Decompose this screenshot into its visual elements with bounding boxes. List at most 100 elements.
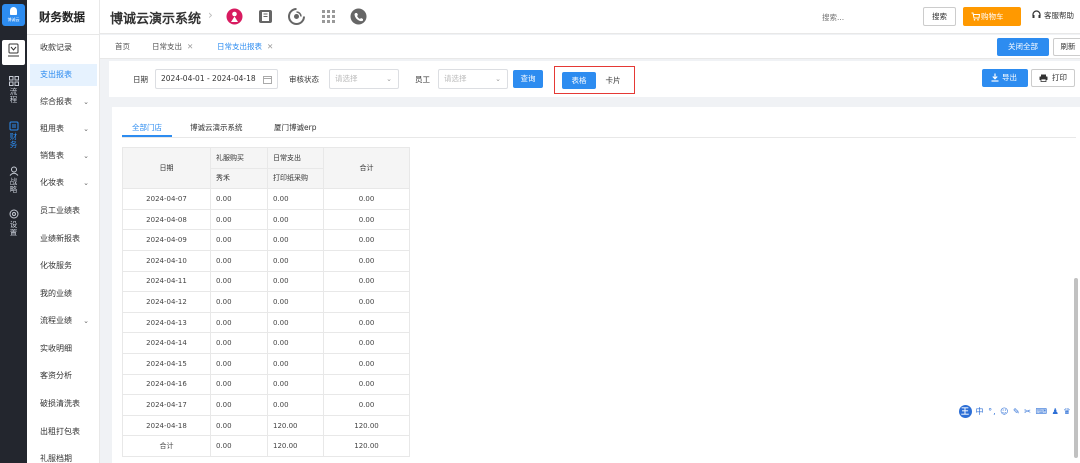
report-panel: 全部门店 博诚云演示系统 厦门博诚erp 日期 礼服购买 日常支出 合计 秀禾 … <box>112 107 1080 463</box>
cell-value: 0.00 <box>210 291 268 313</box>
print-button[interactable]: 打印 <box>1031 69 1075 87</box>
menu-item-new-performance[interactable]: 业绩新报表 <box>30 228 97 250</box>
cell-value: 0.00 <box>267 373 324 396</box>
table-row: 2024-04-13 0.00 0.00 0.00 <box>122 311 410 334</box>
menu-item-gown-schedule[interactable]: 礼服档期 <box>30 448 97 463</box>
menu-item-payments[interactable]: 收款记录 <box>30 37 97 59</box>
menu-item-my-performance[interactable]: 我的业绩 <box>30 283 97 305</box>
cell-total: 120.00 <box>323 435 410 457</box>
header-printer-paper: 打印纸采购 <box>267 167 324 190</box>
filter-bar: 日期 2024-04-01 - 2024-04-18 审核状态 请选择 ⌄ 员工… <box>109 61 1080 97</box>
export-button[interactable]: 导出 <box>982 69 1028 87</box>
rail-item-settings[interactable]: 设置 <box>0 209 27 237</box>
staff-select[interactable]: 请选择 ⌄ <box>438 69 508 89</box>
menu-item-makeup-report[interactable]: 化妆表 ⌄ <box>30 172 97 194</box>
tab-label: 日常支出报表 <box>217 42 262 51</box>
menu-item-process-performance[interactable]: 流程业绩 ⌄ <box>30 310 97 332</box>
cell-total: 0.00 <box>323 188 410 210</box>
date-label: 日期 <box>133 75 148 84</box>
cell-value: 0.00 <box>267 352 324 375</box>
menu-item-customer-analysis[interactable]: 客资分析 <box>30 365 97 387</box>
chevron-down-icon: ⌄ <box>386 75 392 83</box>
document-icon[interactable] <box>257 8 274 25</box>
tab-daily-expense-report[interactable]: 日常支出报表 ✕ <box>217 39 273 55</box>
header-group-daily-expense: 日常支出 <box>267 147 324 169</box>
cart-icon <box>971 12 980 21</box>
cell-total: 0.00 <box>323 270 410 293</box>
tab-daily-expense[interactable]: 日常支出 ✕ <box>152 39 193 55</box>
app-title: 博诚云演示系统 <box>110 12 202 27</box>
tab-all-stores[interactable]: 全部门店 <box>132 122 162 133</box>
cell-total: 120.00 <box>323 414 410 437</box>
cell-summary-label: 合计 <box>122 435 211 457</box>
menu-item-label: 租用表 <box>40 124 64 133</box>
app-logo[interactable]: 博诚云 <box>2 4 25 26</box>
card-view-button[interactable]: 卡片 <box>596 72 630 89</box>
top-header: 博诚云演示系统 › 搜索 购物车 客服帮助 <box>100 0 1080 34</box>
menu-item-receipts-detail[interactable]: 实收明细 <box>30 338 97 360</box>
menu-item-label: 破损清洗表 <box>40 399 80 408</box>
table-view-button[interactable]: 表格 <box>562 72 596 89</box>
apps-grid-icon[interactable] <box>320 8 337 25</box>
menu-item-sales-report[interactable]: 销售表 ⌄ <box>30 145 97 167</box>
menu-item-expense-report[interactable]: 支出报表 <box>30 64 97 86</box>
cell-value: 0.00 <box>267 188 324 210</box>
close-icon[interactable]: ✕ <box>267 42 273 51</box>
cell-date: 2024-04-16 <box>122 373 211 396</box>
cart-button[interactable]: 购物车 <box>963 7 1021 26</box>
active-tab-indicator <box>122 135 172 137</box>
strategy-icon <box>9 166 18 176</box>
avatar-icon[interactable] <box>226 8 243 25</box>
close-all-button[interactable]: 关闭全部 <box>997 38 1049 56</box>
menu-item-rental-packing[interactable]: 出租打包表 <box>30 421 97 443</box>
audit-status-select[interactable]: 请选择 ⌄ <box>329 69 399 89</box>
search-input[interactable] <box>822 8 915 26</box>
menu-item-label: 综合报表 <box>40 97 72 106</box>
divider <box>27 34 100 35</box>
menu-item-label: 业绩新报表 <box>40 234 80 243</box>
download-icon <box>991 73 999 82</box>
menu-item-staff-performance[interactable]: 员工业绩表 <box>30 200 97 222</box>
menu-item-summary-report[interactable]: 综合报表 ⌄ <box>30 91 97 113</box>
menu-item-label: 出租打包表 <box>40 427 80 436</box>
phone-icon[interactable] <box>350 8 367 25</box>
tab-store-demo[interactable]: 博诚云演示系统 <box>190 122 243 133</box>
ime-toolbar[interactable]: 王 中 °, ☺ ✎ ✂ ⌨ ♟ ♛ <box>959 405 1072 419</box>
rail-item-process[interactable]: 流程 <box>0 76 27 104</box>
table-row: 2024-04-16 0.00 0.00 0.00 <box>122 373 410 396</box>
rail-item-label: 财务 <box>9 132 18 149</box>
rail-item-finance[interactable]: 财务 <box>0 121 27 149</box>
table-row: 2024-04-15 0.00 0.00 0.00 <box>122 352 410 375</box>
swirl-icon[interactable] <box>288 8 305 25</box>
query-button[interactable]: 查询 <box>513 70 543 88</box>
cell-value: 0.00 <box>210 229 268 251</box>
refresh-button[interactable]: 刷新 <box>1053 38 1080 56</box>
header-xiuhe: 秀禾 <box>210 167 268 190</box>
date-range-field[interactable]: 2024-04-01 - 2024-04-18 <box>155 69 278 89</box>
cell-value: 0.00 <box>267 332 324 354</box>
search-button[interactable]: 搜索 <box>923 7 956 26</box>
cell-date: 2024-04-09 <box>122 229 211 251</box>
headset-icon <box>1032 10 1041 18</box>
table-row: 2024-04-14 0.00 0.00 0.00 <box>122 332 410 354</box>
cell-value: 0.00 <box>267 394 324 416</box>
device-icon[interactable] <box>2 40 25 65</box>
tab-home[interactable]: 首页 <box>115 39 130 55</box>
cell-value: 0.00 <box>267 311 324 334</box>
tab-label: 日常支出 <box>152 42 182 51</box>
help-label: 客服帮助 <box>1044 11 1074 20</box>
cell-date: 2024-04-12 <box>122 291 211 313</box>
menu-item-damage-cleaning[interactable]: 破损清洗表 <box>30 393 97 415</box>
cell-value: 0.00 <box>210 352 268 375</box>
menu-item-makeup-service[interactable]: 化妆服务 <box>30 255 97 277</box>
cell-value: 0.00 <box>267 270 324 293</box>
rail-item-strategy[interactable]: 战略 <box>0 166 27 194</box>
vertical-scrollbar[interactable] <box>1074 278 1078 458</box>
submenu-title: 财务数据 <box>39 10 85 24</box>
help-link[interactable]: 客服帮助 <box>1032 10 1074 21</box>
cell-value: 0.00 <box>210 414 268 437</box>
tab-store-xiamen[interactable]: 厦门博诚erp <box>274 122 316 133</box>
printer-icon <box>1039 74 1048 82</box>
menu-item-rental-report[interactable]: 租用表 ⌄ <box>30 118 97 140</box>
close-icon[interactable]: ✕ <box>187 42 193 51</box>
